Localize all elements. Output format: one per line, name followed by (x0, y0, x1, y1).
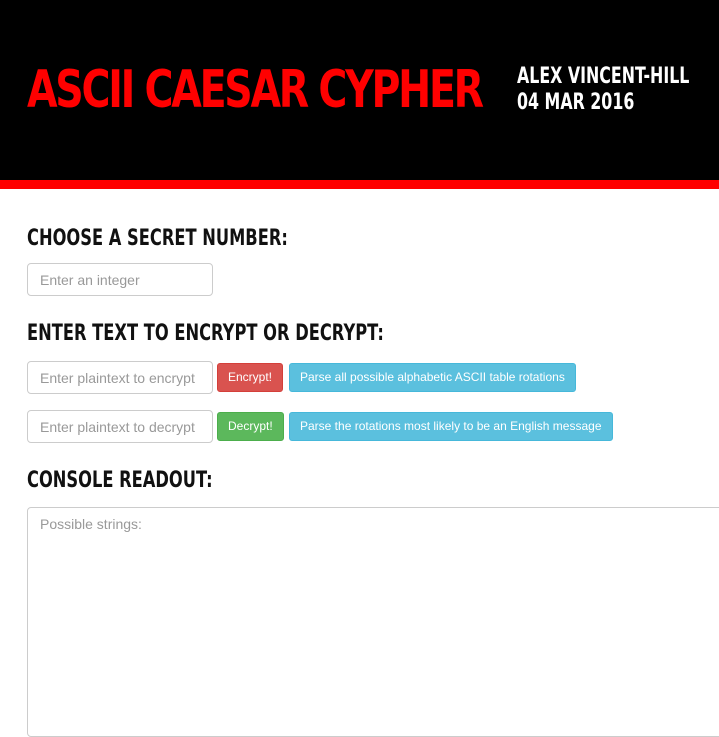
console-heading: CONSOLE READOUT: (27, 468, 213, 493)
author-date: 04 MAR 2016 (517, 90, 635, 115)
parse-all-rotations-button[interactable]: Parse all possible alphabetic ASCII tabl… (289, 363, 576, 392)
decrypt-input[interactable] (27, 410, 213, 443)
text-heading: ENTER TEXT TO ENCRYPT OR DECRYPT: (27, 321, 384, 346)
author-block: ALEX VINCENT-HILL 04 MAR 2016 (517, 64, 689, 116)
console-readout[interactable] (27, 507, 719, 737)
parse-likely-rotations-button[interactable]: Parse the rotations most likely to be an… (289, 412, 613, 441)
secret-number-input[interactable] (27, 263, 213, 296)
decrypt-button[interactable]: Decrypt! (217, 412, 284, 441)
author-name: ALEX VINCENT-HILL (517, 64, 690, 89)
header-accent-bar (0, 180, 719, 189)
encrypt-input[interactable] (27, 361, 213, 394)
encrypt-button[interactable]: Encrypt! (217, 363, 284, 392)
secret-number-heading: CHOOSE A SECRET NUMBER: (27, 226, 288, 251)
page-title: ASCII CAESAR CYPHER (27, 60, 484, 120)
